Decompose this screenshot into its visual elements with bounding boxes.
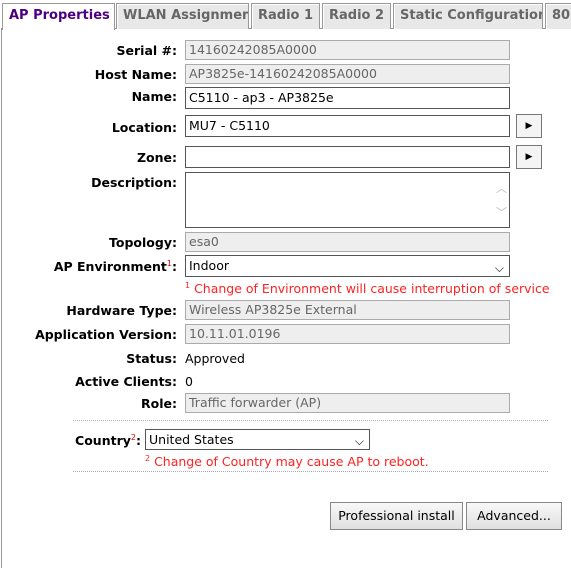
ap-environment-label: AP Environment1:	[53, 259, 177, 275]
chevron-down-icon: ⌵	[354, 434, 364, 448]
tab-radio-2[interactable]: Radio 2	[322, 3, 391, 29]
tab-radio-1[interactable]: Radio 1	[251, 3, 320, 29]
chevron-down-icon: ⌵	[494, 261, 504, 275]
topology-label: Topology:	[109, 235, 177, 250]
tab-wlan-assignment[interactable]: WLAN Assignment	[116, 3, 249, 29]
host-name-label: Host Name:	[94, 67, 177, 82]
zone-picker-button[interactable]: ▶	[516, 145, 542, 169]
divider	[73, 420, 548, 421]
divider	[73, 471, 548, 472]
zone-label: Zone:	[136, 150, 177, 165]
location-input[interactable]: MU7 - C5110	[185, 115, 510, 137]
role-field: Traffic forwarder (AP)	[185, 393, 510, 413]
professional-install-button[interactable]: Professional install	[330, 502, 463, 530]
serial-field: 14160242085A0000	[185, 40, 510, 60]
scroll-down-icon[interactable]: ﹀	[496, 201, 507, 225]
triangle-right-icon: ▶	[525, 152, 533, 162]
ap-environment-value: Indoor	[189, 258, 229, 273]
name-input[interactable]: C5110 - ap3 - AP3825e	[185, 87, 510, 109]
hardware-type-field: Wireless AP3825e External	[185, 300, 510, 320]
ap-environment-select[interactable]: Indoor ⌵	[185, 255, 510, 277]
hardware-type-label: Hardware Type:	[66, 303, 177, 318]
host-name-field: AP3825e-14160242085A0000	[185, 64, 510, 84]
tab-static-configuration[interactable]: Static Configuration	[393, 3, 543, 29]
active-clients-label: Active Clients:	[75, 374, 177, 389]
country-label: Country2:	[75, 433, 141, 449]
environment-warning: 1 Change of Environment will cause inter…	[185, 281, 550, 297]
scroll-up-icon[interactable]: ︿	[496, 177, 507, 201]
status-label: Status:	[126, 351, 177, 366]
role-label: Role:	[141, 396, 177, 411]
advanced-button[interactable]: Advanced...	[466, 502, 562, 530]
country-value: United States	[149, 432, 234, 447]
triangle-right-icon: ▶	[525, 121, 533, 131]
tab-80211[interactable]: 80	[545, 3, 571, 29]
properties-panel	[1, 28, 571, 568]
status-value: Approved	[185, 351, 245, 366]
location-picker-button[interactable]: ▶	[516, 114, 542, 138]
name-label: Name:	[131, 89, 177, 104]
scrollbar[interactable]: ︿ ﹀	[496, 177, 507, 225]
serial-label: Serial #:	[116, 43, 177, 58]
country-warning: 2 Change of Country may cause AP to rebo…	[145, 454, 429, 470]
location-label: Location:	[111, 120, 177, 135]
zone-input[interactable]	[185, 146, 510, 168]
active-clients-value: 0	[185, 374, 193, 389]
country-select[interactable]: United States ⌵	[145, 429, 370, 450]
description-label: Description:	[91, 175, 177, 190]
application-version-label: Application Version:	[35, 327, 177, 342]
tab-ap-properties[interactable]: AP Properties	[2, 3, 115, 30]
application-version-field: 10.11.01.0196	[185, 324, 510, 344]
topology-field: esa0	[185, 232, 510, 252]
description-textarea[interactable]: ︿ ﹀	[185, 172, 510, 228]
